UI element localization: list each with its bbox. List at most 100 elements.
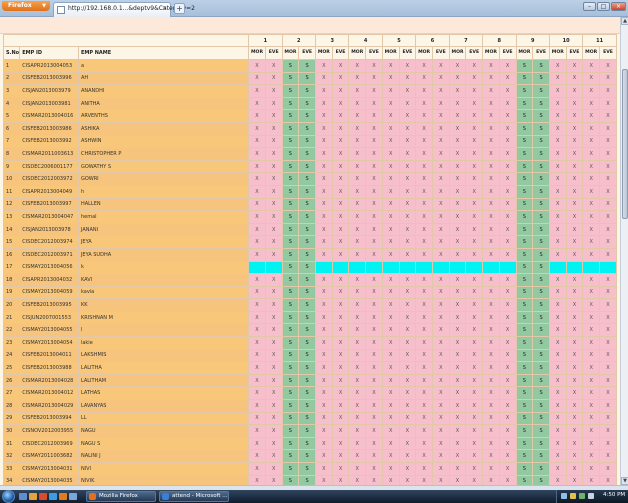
absent-cell[interactable]: X: [482, 184, 500, 199]
absent-cell[interactable]: X: [565, 399, 584, 413]
table-row[interactable]: 27 CISMAR2013004012 LATHAS X X S S X X X X X X X X X X X X…: [3, 386, 617, 401]
absent-cell[interactable]: X: [398, 449, 417, 463]
present-cell[interactable]: S: [281, 323, 300, 338]
empty-cell[interactable]: [465, 260, 484, 275]
absent-cell[interactable]: X: [448, 436, 467, 451]
absent-cell[interactable]: X: [365, 474, 383, 485]
absent-cell[interactable]: X: [431, 361, 450, 375]
absent-cell[interactable]: X: [331, 121, 350, 136]
absent-cell[interactable]: X: [548, 323, 567, 338]
absent-cell[interactable]: X: [599, 134, 617, 149]
absent-cell[interactable]: X: [331, 449, 350, 463]
absent-cell[interactable]: X: [599, 348, 617, 363]
empty-cell[interactable]: [498, 260, 517, 275]
absent-cell[interactable]: X: [548, 210, 567, 224]
table-row[interactable]: 18 CISAPR2013004032 KAVI X X S S X X X X X X X X X X X X S S…: [3, 273, 617, 287]
present-cell[interactable]: S: [298, 336, 316, 350]
absent-cell[interactable]: X: [582, 449, 601, 463]
present-cell[interactable]: S: [515, 260, 534, 275]
present-cell[interactable]: S: [281, 172, 300, 186]
absent-cell[interactable]: X: [415, 373, 433, 388]
absent-cell[interactable]: X: [398, 323, 417, 338]
present-cell[interactable]: S: [515, 235, 534, 249]
absent-cell[interactable]: X: [599, 247, 617, 262]
absent-cell[interactable]: X: [348, 147, 367, 161]
absent-cell[interactable]: X: [431, 285, 450, 300]
absent-cell[interactable]: X: [248, 399, 266, 413]
absent-cell[interactable]: X: [365, 210, 383, 224]
absent-cell[interactable]: X: [348, 184, 367, 199]
present-cell[interactable]: S: [281, 310, 300, 325]
table-row[interactable]: 10 CISDEC2012003972 GOWRI X X S S X X X X X X X X X X X X S…: [3, 172, 617, 186]
present-cell[interactable]: S: [515, 462, 534, 476]
absent-cell[interactable]: X: [498, 310, 517, 325]
present-cell[interactable]: S: [298, 273, 316, 287]
absent-cell[interactable]: X: [348, 121, 367, 136]
present-cell[interactable]: S: [515, 59, 534, 73]
absent-cell[interactable]: X: [498, 273, 517, 287]
absent-cell[interactable]: X: [565, 84, 584, 98]
table-row[interactable]: 13 CISMAR2013004047 hemal X X S S X X X X X X X X X X X X S…: [3, 210, 617, 224]
absent-cell[interactable]: X: [348, 411, 367, 426]
absent-cell[interactable]: X: [381, 424, 400, 438]
absent-cell[interactable]: X: [331, 134, 350, 149]
present-cell[interactable]: S: [298, 285, 316, 300]
present-cell[interactable]: S: [281, 424, 300, 438]
present-cell[interactable]: S: [532, 462, 550, 476]
absent-cell[interactable]: X: [331, 59, 350, 73]
absent-cell[interactable]: X: [331, 147, 350, 161]
absent-cell[interactable]: X: [565, 184, 584, 199]
absent-cell[interactable]: X: [365, 247, 383, 262]
present-cell[interactable]: S: [532, 449, 550, 463]
absent-cell[interactable]: X: [465, 348, 484, 363]
absent-cell[interactable]: X: [465, 285, 484, 300]
absent-cell[interactable]: X: [448, 411, 467, 426]
absent-cell[interactable]: X: [548, 449, 567, 463]
absent-cell[interactable]: X: [398, 310, 417, 325]
absent-cell[interactable]: X: [582, 336, 601, 350]
absent-cell[interactable]: X: [599, 172, 617, 186]
absent-cell[interactable]: X: [415, 298, 433, 312]
absent-cell[interactable]: X: [465, 134, 484, 149]
absent-cell[interactable]: X: [314, 147, 333, 161]
absent-cell[interactable]: X: [248, 172, 266, 186]
absent-cell[interactable]: X: [331, 273, 350, 287]
absent-cell[interactable]: X: [565, 449, 584, 463]
absent-cell[interactable]: X: [415, 147, 433, 161]
absent-cell[interactable]: X: [381, 172, 400, 186]
absent-cell[interactable]: X: [398, 59, 417, 73]
absent-cell[interactable]: X: [415, 235, 433, 249]
present-cell[interactable]: S: [515, 411, 534, 426]
present-cell[interactable]: S: [281, 260, 300, 275]
absent-cell[interactable]: X: [565, 109, 584, 123]
absent-cell[interactable]: X: [398, 222, 417, 237]
absent-cell[interactable]: X: [498, 386, 517, 401]
absent-cell[interactable]: X: [582, 121, 601, 136]
present-cell[interactable]: S: [532, 386, 550, 401]
absent-cell[interactable]: X: [448, 273, 467, 287]
absent-cell[interactable]: X: [498, 184, 517, 199]
absent-cell[interactable]: X: [582, 184, 601, 199]
present-cell[interactable]: S: [281, 348, 300, 363]
absent-cell[interactable]: X: [498, 210, 517, 224]
present-cell[interactable]: S: [298, 323, 316, 338]
absent-cell[interactable]: X: [599, 59, 617, 73]
present-cell[interactable]: S: [281, 147, 300, 161]
start-button[interactable]: [2, 490, 15, 503]
absent-cell[interactable]: X: [381, 134, 400, 149]
absent-cell[interactable]: X: [415, 159, 433, 174]
absent-cell[interactable]: X: [415, 449, 433, 463]
absent-cell[interactable]: X: [365, 323, 383, 338]
present-cell[interactable]: S: [532, 361, 550, 375]
absent-cell[interactable]: X: [248, 235, 266, 249]
present-cell[interactable]: S: [281, 184, 300, 199]
absent-cell[interactable]: X: [431, 449, 450, 463]
absent-cell[interactable]: X: [548, 336, 567, 350]
empty-cell[interactable]: [248, 260, 266, 275]
absent-cell[interactable]: X: [548, 172, 567, 186]
absent-cell[interactable]: X: [381, 71, 400, 86]
absent-cell[interactable]: X: [448, 336, 467, 350]
absent-cell[interactable]: X: [381, 109, 400, 123]
network-icon[interactable]: [561, 493, 567, 499]
absent-cell[interactable]: X: [465, 273, 484, 287]
